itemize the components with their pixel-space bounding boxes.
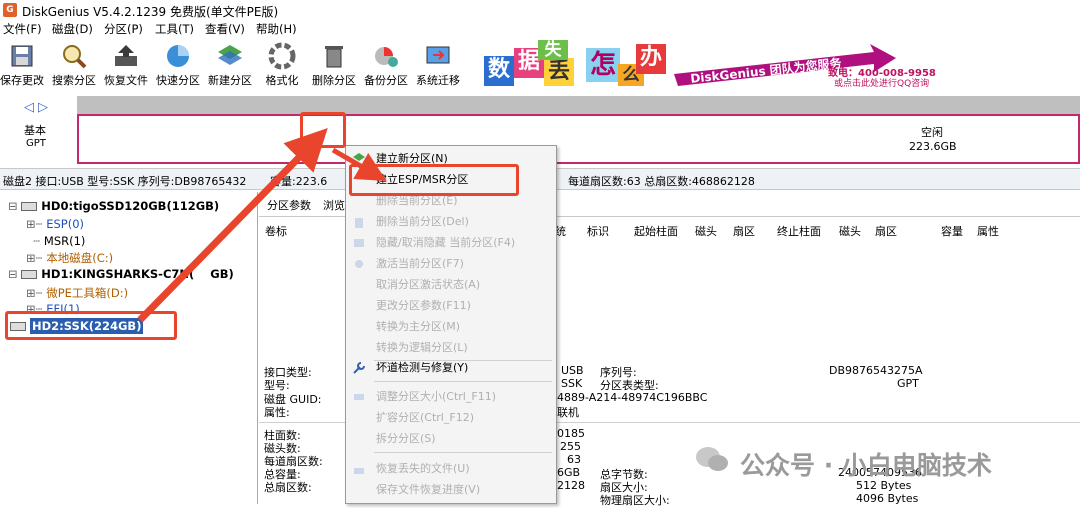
wechat-icon xyxy=(696,447,728,471)
watermark-text: 公众号 · 小白电脑技术 xyxy=(740,451,992,480)
annotation-arrows xyxy=(137,127,387,323)
watermark: 公众号 · 小白电脑技术 xyxy=(690,440,1070,484)
